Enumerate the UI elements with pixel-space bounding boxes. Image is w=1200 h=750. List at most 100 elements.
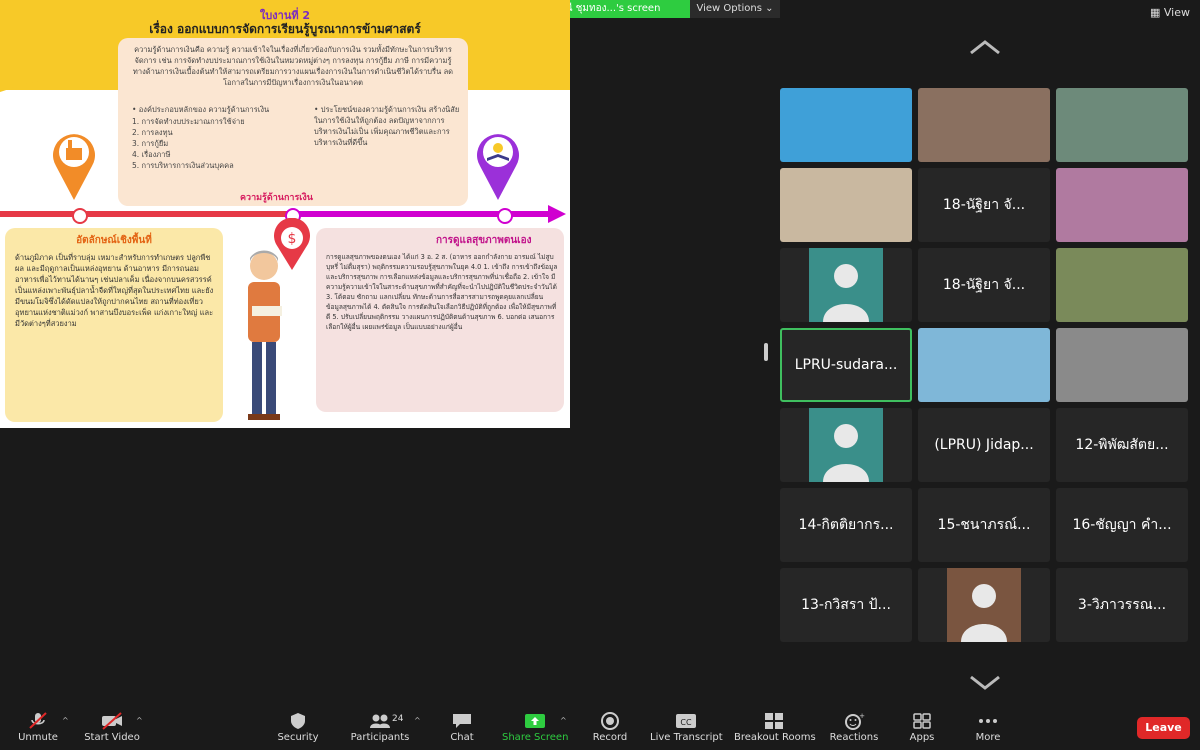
component-item: 1. การจัดทำงบประมาณการใช้จ่าย — [132, 117, 245, 126]
participant-name: (LPRU) Jidap... — [934, 437, 1034, 453]
participant-name: 16-ชัญญา คำ... — [1072, 517, 1172, 533]
video-camera-off-icon — [102, 712, 122, 730]
health-care-box: การดูแลสุขภาพตนเอง การดูแลสุขภาพของตนเอง… — [316, 228, 564, 412]
participant-name: 14-กิตติยากร... — [798, 517, 894, 533]
participant-tile[interactable]: 18-นัฐิยา จั... — [918, 168, 1050, 242]
apps-label: Apps — [909, 732, 935, 743]
leave-button[interactable]: Leave — [1137, 717, 1190, 739]
participant-tile[interactable]: 12-พิพัฒสัตย... — [1056, 408, 1188, 482]
components-list: 1. การจัดทำงบประมาณการใช้จ่าย 2. การลงทุ… — [132, 116, 302, 171]
svg-text:CC: CC — [680, 718, 692, 727]
participant-tile[interactable]: 18-นัฐิยา จั... — [918, 248, 1050, 322]
participants-button[interactable]: 24 Participants — [350, 706, 410, 750]
unmute-button[interactable]: Unmute — [14, 706, 62, 750]
apps-icon — [913, 713, 931, 729]
local-identity-text: ด้านภูมิภาค เป็นที่ราบลุ่ม เหมาะสำหรับกา… — [15, 253, 214, 328]
participant-name — [780, 168, 912, 242]
component-item: 2. การลงทุน — [132, 128, 173, 137]
participant-name: 13-กวิสรา ป้... — [801, 597, 891, 613]
ellipsis-icon — [979, 719, 997, 723]
apps-button[interactable]: Apps — [904, 706, 940, 750]
participant-name: 3-วิภาวรรณ... — [1077, 597, 1167, 613]
participant-name — [918, 328, 1050, 402]
arrow-right-icon — [548, 205, 566, 223]
grid-view-icon: ▦ — [1150, 6, 1164, 19]
health-care-title: การดูแลสุขภาพตนเอง — [436, 235, 532, 246]
start-video-button[interactable]: Start Video — [84, 706, 140, 750]
timeline-dot — [497, 208, 513, 224]
view-button[interactable]: ▦ View — [1150, 6, 1190, 19]
participant-tile[interactable] — [780, 248, 912, 322]
record-button[interactable]: Record — [590, 706, 630, 750]
participant-tile[interactable]: 15-ชนาภรณ์... — [918, 488, 1050, 562]
participant-name — [1056, 168, 1188, 242]
participant-tile[interactable]: 3-วิภาวรรณ... — [1056, 568, 1188, 642]
participant-name — [780, 408, 912, 482]
shield-icon — [291, 713, 305, 729]
view-options-label: View Options — [696, 3, 762, 14]
participant-name — [780, 88, 912, 162]
chevron-down-icon[interactable] — [968, 674, 1002, 692]
participant-tile[interactable] — [1056, 88, 1188, 162]
breakout-rooms-button[interactable]: Breakout Rooms — [734, 706, 816, 750]
man-reading-illustration — [248, 250, 282, 420]
component-item: 3. การกู้ยืม — [132, 139, 169, 148]
health-care-text: การดูแลสุขภาพของตนเอง ได้แก่ 3 อ. 2 ส. (… — [326, 253, 558, 331]
audio-options-caret-icon[interactable]: ^ — [62, 716, 69, 725]
closed-caption-icon: CC — [676, 714, 696, 728]
share-screen-icon — [525, 714, 545, 728]
participant-tile[interactable] — [1056, 328, 1188, 402]
participant-tile[interactable]: LPRU-sudara... — [780, 328, 912, 402]
chevron-up-icon[interactable] — [968, 38, 1002, 56]
participant-name: LPRU-sudara... — [794, 357, 898, 373]
security-label: Security — [277, 732, 319, 743]
participant-tile[interactable] — [918, 568, 1050, 642]
participant-tile[interactable]: 14-กิตติยากร... — [780, 488, 912, 562]
participant-tile[interactable] — [780, 88, 912, 162]
participant-tile[interactable] — [1056, 248, 1188, 322]
live-transcript-button[interactable]: CC Live Transcript — [650, 706, 723, 750]
participants-icon — [370, 714, 390, 728]
view-options-button[interactable]: View Options ⌄ — [690, 0, 780, 18]
local-identity-box: อัตลักษณ์เชิงพื้นที่ ด้านภูมิภาค เป็นที่… — [5, 228, 223, 422]
participant-tile[interactable]: (LPRU) Jidap... — [918, 408, 1050, 482]
participants-count: 24 — [392, 714, 404, 724]
participant-name: 18-นัฐิยา จั... — [942, 197, 1026, 213]
participant-tile[interactable] — [918, 88, 1050, 162]
book-pin-icon — [477, 134, 519, 200]
chevron-down-icon: ⌄ — [765, 3, 774, 14]
participant-tile[interactable] — [780, 408, 912, 482]
participant-tile[interactable] — [780, 168, 912, 242]
view-label: View — [1163, 6, 1190, 19]
more-button[interactable]: More — [970, 706, 1006, 750]
participant-name — [918, 568, 1050, 642]
factory-pin-icon — [53, 134, 95, 200]
reactions-button[interactable]: + Reactions — [828, 706, 880, 750]
breakout-rooms-icon — [765, 713, 783, 729]
slide-title: เรื่อง ออกแบบการจัดการเรียนรู้บูรณาการข้… — [149, 22, 421, 36]
chat-label: Chat — [450, 732, 474, 743]
participant-tile[interactable] — [918, 328, 1050, 402]
participant-tile[interactable]: 13-กวิสรา ป้... — [780, 568, 912, 642]
participants-caret-icon[interactable]: ^ — [414, 716, 421, 725]
participant-tile[interactable]: 16-ชัญญา คำ... — [1056, 488, 1188, 562]
component-item: 5. การบริหารการเงินส่วนบุคคล — [132, 161, 234, 170]
definition-text: ความรู้ด้านการเงินคือ ความรู้ ความเข้าใจ… — [132, 45, 454, 87]
security-button[interactable]: Security — [276, 706, 320, 750]
share-screen-button[interactable]: Share Screen — [502, 706, 568, 750]
participant-name: 15-ชนาภรณ์... — [937, 517, 1031, 533]
live-transcript-label: Live Transcript — [650, 732, 723, 743]
participant-name — [1056, 328, 1188, 402]
participant-tile[interactable] — [1056, 168, 1188, 242]
more-label: More — [975, 732, 1001, 743]
video-options-caret-icon[interactable]: ^ — [136, 716, 143, 725]
chat-bubble-icon — [453, 714, 471, 728]
chat-button[interactable]: Chat — [444, 706, 480, 750]
svg-text:$: $ — [288, 231, 297, 247]
share-options-caret-icon[interactable]: ^ — [560, 716, 567, 725]
shared-screen-slide: ใบงานที่ 2 เรื่อง ออกแบบการจัดการเรียนรู… — [0, 0, 570, 428]
panel-resize-handle[interactable] — [764, 343, 768, 361]
reactions-label: Reactions — [829, 732, 879, 743]
participant-name — [780, 248, 912, 322]
participant-name — [918, 88, 1050, 162]
